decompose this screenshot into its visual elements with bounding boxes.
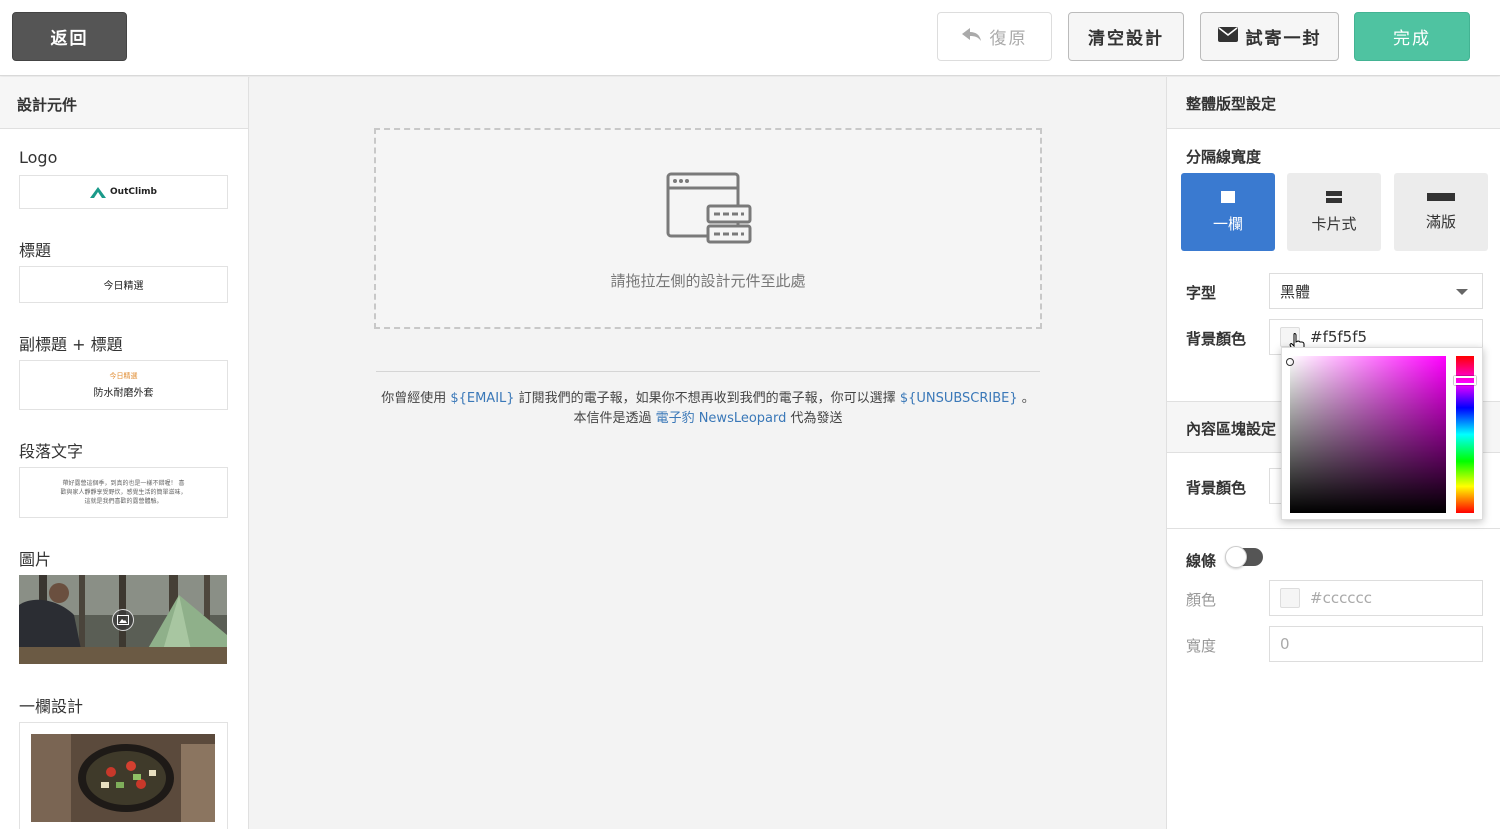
newsleopard-link[interactable]: 電子豹 NewsLeopard [656, 411, 787, 426]
title-component-label: 標題 [19, 241, 52, 260]
footer-line-1: 你曾經使用 ${EMAIL} 訂閱我們的電子報，如果你不想再收到我們的電子報，你… [370, 389, 1046, 409]
chevron-down-icon [1456, 289, 1468, 295]
footer-text: 你曾經使用 ${EMAIL} 訂閱我們的電子報，如果你不想再收到我們的電子報，你… [370, 389, 1046, 429]
done-button[interactable]: 完成 [1354, 12, 1470, 61]
layout-option-label: 滿版 [1425, 212, 1456, 231]
subtitle-component[interactable]: 今日精選 防水耐磨外套 [19, 360, 228, 410]
drop-zone-text: 請拖拉左側的設計元件至此處 [610, 272, 806, 290]
done-button-label: 完成 [1393, 29, 1431, 49]
logo-component[interactable]: OutClimb [19, 175, 228, 209]
line-width-label: 寬度 [1186, 637, 1217, 655]
layout-option-one-column[interactable]: 一欄 [1181, 173, 1275, 251]
logo-preview: OutClimb [90, 186, 157, 198]
image-component[interactable] [19, 575, 227, 664]
full-width-icon [1427, 192, 1455, 201]
line-color-label: 顏色 [1186, 591, 1217, 609]
image-icon [112, 609, 134, 631]
clear-design-button[interactable]: 清空設計 [1068, 12, 1184, 61]
line-width-value: 0 [1280, 635, 1290, 653]
line-color-value: #cccccc [1310, 589, 1373, 607]
footer-divider [376, 371, 1040, 372]
layout-option-label: 卡片式 [1311, 214, 1357, 233]
mountain-logo-icon [90, 187, 107, 198]
cooking-photo [31, 734, 215, 822]
paragraph-component[interactable]: 帶好露營這個季，到真的也是一樣不錯喔！ 喜歡與家人靜靜享受野炊，感覺生活的簡單滋… [19, 467, 228, 518]
components-panel-title: 設計元件 [0, 77, 248, 129]
footer-text-c: 。 [1017, 391, 1035, 406]
undo-button-label: 復原 [989, 29, 1028, 49]
one-column-preview-image [31, 734, 215, 822]
subtitle-preview-small: 今日精選 [109, 372, 138, 380]
divider-width-label: 分隔線寬度 [1186, 148, 1262, 166]
one-column-component-label: 一欄設計 [19, 697, 84, 716]
line-label: 線條 [1186, 552, 1217, 570]
footer-text-d: 本信件是透過 [573, 411, 656, 426]
layout-option-full-width[interactable]: 滿版 [1394, 173, 1488, 251]
section-divider [1167, 528, 1500, 529]
layout-option-label: 一欄 [1212, 214, 1243, 233]
font-label: 字型 [1186, 284, 1217, 302]
line-width-input[interactable]: 0 [1269, 626, 1483, 662]
email-variable-link[interactable]: ${EMAIL} [450, 391, 514, 406]
footer-text-b: 訂閱我們的電子報，如果你不想再收到我們的電子報，你可以選擇 [514, 391, 900, 406]
line-toggle[interactable] [1225, 546, 1263, 568]
one-column-icon [1221, 190, 1235, 203]
send-test-button[interactable]: 試寄一封 [1200, 12, 1339, 61]
font-select-value: 黑體 [1280, 282, 1311, 301]
content-bg-color-label: 背景顏色 [1186, 479, 1247, 497]
undo-button[interactable]: 復原 [937, 12, 1052, 61]
email-canvas: 請拖拉左側的設計元件至此處 你曾經使用 ${EMAIL} 訂閱我們的電子報，如果… [250, 77, 1166, 829]
hue-slider-handle[interactable] [1454, 376, 1476, 385]
logo-component-label: Logo [19, 148, 58, 167]
hue-slider[interactable] [1454, 356, 1476, 513]
bg-color-value: #f5f5f5 [1310, 328, 1368, 346]
layout-settings-title: 整體版型設定 [1167, 77, 1500, 129]
color-saturation-area[interactable] [1286, 356, 1446, 513]
line-color-swatch[interactable] [1280, 588, 1300, 608]
footer-text-e: 代為發送 [786, 411, 843, 426]
toggle-knob [1225, 546, 1247, 568]
send-test-label: 試寄一封 [1245, 29, 1322, 49]
components-panel: 設計元件 Logo OutClimb 標題 今日精選 副標題 + 標題 今日精選… [0, 77, 249, 829]
paragraph-component-label: 段落文字 [19, 442, 84, 461]
title-preview: 今日精選 [103, 281, 144, 292]
subtitle-component-label: 副標題 + 標題 [19, 335, 123, 354]
image-component-label: 圖片 [19, 550, 52, 569]
card-layout-icon [1326, 190, 1342, 203]
layout-option-card[interactable]: 卡片式 [1287, 173, 1381, 251]
browser-blocks-icon [666, 172, 752, 250]
unsubscribe-variable-link[interactable]: ${UNSUBSCRIBE} [900, 391, 1018, 406]
drop-zone[interactable]: 請拖拉左側的設計元件至此處 [374, 128, 1042, 329]
saturation-handle[interactable] [1286, 358, 1294, 366]
title-component[interactable]: 今日精選 [19, 266, 228, 303]
logo-brand-text: OutClimb [110, 187, 157, 197]
undo-icon [961, 27, 982, 47]
font-select[interactable]: 黑體 [1269, 273, 1483, 309]
back-button[interactable]: 返回 [12, 12, 127, 61]
subtitle-preview-title: 防水耐磨外套 [93, 388, 154, 399]
bg-color-label: 背景顏色 [1186, 330, 1247, 348]
footer-text-a: 你曾經使用 [381, 391, 451, 406]
paragraph-preview: 帶好露營這個季，到真的也是一樣不錯喔！ 喜歡與家人靜靜享受野炊，感覺生活的簡單滋… [60, 480, 187, 505]
footer-line-2: 本信件是透過 電子豹 NewsLeopard 代為發送 [370, 409, 1046, 429]
envelope-icon [1217, 26, 1238, 47]
clear-design-label: 清空設計 [1088, 29, 1164, 49]
top-toolbar: 返回 復原 清空設計 試寄一封 完成 [0, 0, 1500, 76]
line-color-input[interactable]: #cccccc [1269, 580, 1483, 616]
color-picker-popup [1281, 347, 1483, 520]
back-button-label: 返回 [50, 29, 89, 49]
